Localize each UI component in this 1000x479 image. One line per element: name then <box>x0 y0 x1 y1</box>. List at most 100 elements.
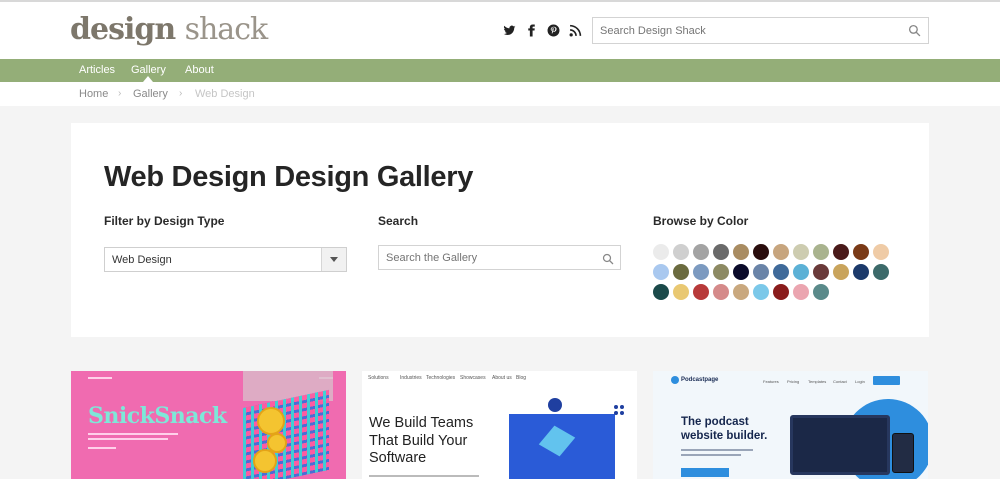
color-swatch[interactable] <box>773 284 789 300</box>
gallery-search-input[interactable] <box>379 246 589 269</box>
color-swatch[interactable] <box>653 264 669 280</box>
search-icon[interactable] <box>602 252 614 265</box>
decorative-line <box>88 447 116 449</box>
color-swatch[interactable] <box>653 244 669 260</box>
main-nav: Articles Gallery About <box>0 59 1000 82</box>
card-nav-button <box>873 376 900 385</box>
breadcrumb-separator: › <box>179 88 183 99</box>
color-label: Browse by Color <box>653 214 749 228</box>
card-nav-item: Showcases <box>460 375 486 381</box>
decorative-line <box>88 377 112 379</box>
card-cta-button <box>681 468 729 477</box>
color-swatch[interactable] <box>833 244 849 260</box>
podcast-logo-icon <box>671 376 679 384</box>
dropdown-button[interactable] <box>321 248 346 271</box>
breadcrumb-home[interactable]: Home <box>79 88 108 100</box>
card-nav-item: Industries <box>400 375 422 381</box>
nav-item-articles[interactable]: Articles <box>79 64 115 76</box>
card-nav: Solutions Industries Technologies Showca… <box>362 371 637 385</box>
decorative-dot <box>614 405 618 409</box>
nav-item-gallery[interactable]: Gallery <box>131 64 166 76</box>
color-swatch[interactable] <box>833 264 849 280</box>
design-type-select[interactable]: Web Design <box>104 247 347 272</box>
twitter-icon[interactable] <box>503 24 516 37</box>
card-title: SnickSnack <box>88 403 227 429</box>
nav-item-about[interactable]: About <box>185 64 214 76</box>
card-nav-item: Templates <box>808 379 827 384</box>
design-type-value: Web Design <box>112 254 172 266</box>
gallery-card-snicksnack[interactable]: SnickSnack <box>71 371 346 479</box>
card-nav-item: About us <box>492 375 512 381</box>
card-nav-item: Solutions <box>368 375 389 381</box>
pinterest-icon[interactable] <box>547 24 560 37</box>
gallery-search-box <box>378 245 621 270</box>
color-swatch[interactable] <box>693 244 709 260</box>
color-swatch[interactable] <box>693 284 709 300</box>
color-swatch[interactable] <box>753 284 769 300</box>
card-nav-item: Pricing <box>787 379 800 384</box>
decorative-circle <box>548 398 562 412</box>
color-swatch[interactable] <box>693 264 709 280</box>
chevron-down-icon <box>330 257 338 262</box>
site-header: design shack <box>0 2 1000 59</box>
logo-word-shack: shack <box>184 12 269 47</box>
color-swatch[interactable] <box>733 284 749 300</box>
color-swatch[interactable] <box>733 244 749 260</box>
color-swatch[interactable] <box>853 244 869 260</box>
site-logo[interactable]: design shack <box>70 12 269 47</box>
social-links <box>503 24 582 37</box>
decorative-dot <box>620 405 624 409</box>
color-swatch[interactable] <box>793 264 809 280</box>
color-swatch[interactable] <box>673 284 689 300</box>
breadcrumb-current: Web Design <box>195 88 255 100</box>
card-nav-item: Technologies <box>426 375 456 381</box>
color-swatch[interactable] <box>653 284 669 300</box>
color-swatch[interactable] <box>713 264 729 280</box>
color-swatch[interactable] <box>873 244 889 260</box>
page-title: Web Design Design Gallery <box>104 161 474 193</box>
card-nav-item: Contact <box>833 379 847 384</box>
decorative-line <box>369 475 479 477</box>
color-swatch[interactable] <box>813 284 829 300</box>
facebook-icon[interactable] <box>525 24 538 37</box>
color-swatch[interactable] <box>773 264 789 280</box>
color-swatch[interactable] <box>733 264 749 280</box>
color-swatch[interactable] <box>753 244 769 260</box>
color-swatch[interactable] <box>673 264 689 280</box>
laptop-mockup <box>790 415 890 475</box>
color-swatch[interactable] <box>813 244 829 260</box>
phone-mockup <box>892 433 914 473</box>
rss-icon[interactable] <box>569 24 582 37</box>
color-swatch[interactable] <box>753 264 769 280</box>
card-logo: Podcastpage <box>681 377 719 383</box>
gallery-card-podcastpage[interactable]: Podcastpage Features Pricing Templates C… <box>653 371 928 479</box>
breadcrumb-gallery[interactable]: Gallery <box>133 88 168 100</box>
color-swatch[interactable] <box>813 264 829 280</box>
card-title: We Build Teams That Build Your Software <box>369 415 474 466</box>
card-nav-item: Blog <box>516 375 527 381</box>
card-title: The podcast website builder. <box>681 416 768 442</box>
color-swatch[interactable] <box>793 244 809 260</box>
decorative-line <box>681 454 741 456</box>
filter-label: Filter by Design Type <box>104 214 225 228</box>
breadcrumb: Home › Gallery › Web Design <box>0 82 1000 106</box>
color-swatch[interactable] <box>773 244 789 260</box>
color-swatch[interactable] <box>853 264 869 280</box>
color-swatch[interactable] <box>713 284 729 300</box>
breadcrumb-separator: › <box>118 88 122 99</box>
decorative-dot <box>614 411 618 415</box>
color-swatch[interactable] <box>673 244 689 260</box>
card-nav-item: Features <box>763 379 779 384</box>
site-search-box <box>592 17 929 44</box>
gallery-filter-panel: Web Design Design Gallery Filter by Desi… <box>71 123 929 337</box>
decorative-line <box>681 449 753 451</box>
color-swatch[interactable] <box>713 244 729 260</box>
decorative-line <box>88 433 178 435</box>
logo-word-design: design <box>70 12 176 47</box>
search-icon[interactable] <box>908 24 921 37</box>
color-swatch[interactable] <box>793 284 809 300</box>
gallery-card-software-teams[interactable]: Solutions Industries Technologies Showca… <box>362 371 637 479</box>
card-nav-item: Login <box>855 379 865 384</box>
site-search-input[interactable] <box>593 18 893 43</box>
color-swatch[interactable] <box>873 264 889 280</box>
